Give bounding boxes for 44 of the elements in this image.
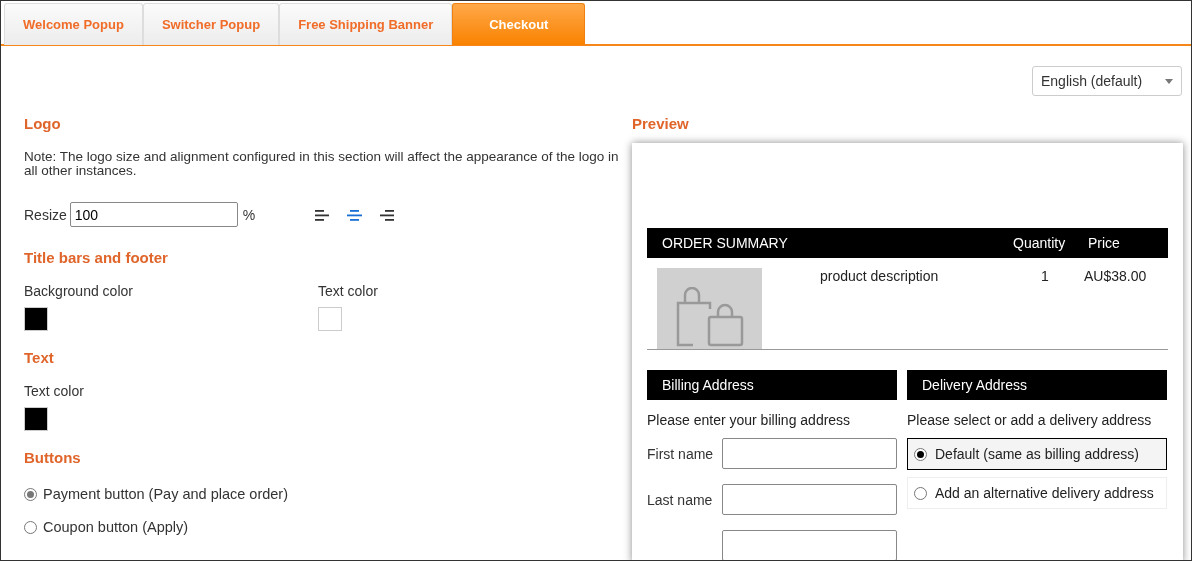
billing-intro: Please enter your billing address bbox=[647, 412, 852, 428]
section-heading: Text bbox=[24, 349, 55, 368]
price-cell-text: AU$38.00 bbox=[1084, 268, 1148, 286]
align-center-icon[interactable] bbox=[347, 208, 363, 221]
radio-button[interactable] bbox=[24, 520, 37, 534]
delivery-title-bar: Delivery Address bbox=[907, 370, 1167, 400]
align-right-icon[interactable] bbox=[379, 208, 395, 221]
section-heading: Logo bbox=[24, 115, 62, 134]
resize-label: Resize bbox=[24, 206, 67, 223]
radio-button[interactable] bbox=[914, 447, 927, 461]
radio-label: Payment button (Pay and place order) bbox=[43, 486, 289, 502]
delivery-option[interactable]: Add an alternative delivery address bbox=[907, 477, 1167, 509]
input-field[interactable] bbox=[722, 530, 897, 560]
input-field[interactable] bbox=[722, 484, 897, 515]
product-description: product description bbox=[820, 268, 940, 286]
section-heading: Title bars and footer bbox=[24, 249, 169, 268]
color-label: Background color bbox=[24, 283, 134, 299]
color-swatch[interactable] bbox=[24, 307, 48, 331]
align-left-icon[interactable] bbox=[315, 208, 331, 221]
language-select[interactable]: English (default) bbox=[1032, 66, 1182, 96]
input-field[interactable] bbox=[722, 438, 897, 469]
radio-button[interactable] bbox=[914, 486, 927, 500]
unit-label: % bbox=[242, 206, 256, 223]
section-heading: Buttons bbox=[24, 449, 82, 468]
delivery-option[interactable]: Default (same as billing address) bbox=[907, 438, 1167, 470]
delivery-intro: Please select or add a delivery address bbox=[907, 412, 1153, 428]
field-label: Last name bbox=[647, 491, 713, 508]
radio-label: Coupon button (Apply) bbox=[43, 519, 189, 535]
column-header: Quantity bbox=[1013, 235, 1067, 251]
color-label: Text color bbox=[318, 283, 379, 299]
column-header: Price bbox=[1088, 235, 1121, 251]
field-label: First name bbox=[647, 445, 714, 462]
color-swatch[interactable] bbox=[318, 307, 342, 331]
column-header: ORDER SUMMARY bbox=[662, 235, 789, 251]
color-label: Text color bbox=[24, 383, 85, 399]
quantity-cell-text: 1 bbox=[1040, 268, 1050, 286]
caret-icon bbox=[1165, 78, 1173, 84]
billing-title-bar: Billing Address bbox=[647, 370, 897, 400]
note-text: Note: The logo size and alignment configured in this section will affect the appearance of the logo in all other instances. bbox=[24, 150, 620, 178]
color-swatch[interactable] bbox=[24, 407, 48, 431]
radio-button[interactable] bbox=[24, 487, 37, 501]
resize-input[interactable]: 100 bbox=[69, 202, 238, 227]
preview-heading: Preview bbox=[632, 115, 690, 134]
shopping-bags-icon bbox=[674, 287, 745, 349]
